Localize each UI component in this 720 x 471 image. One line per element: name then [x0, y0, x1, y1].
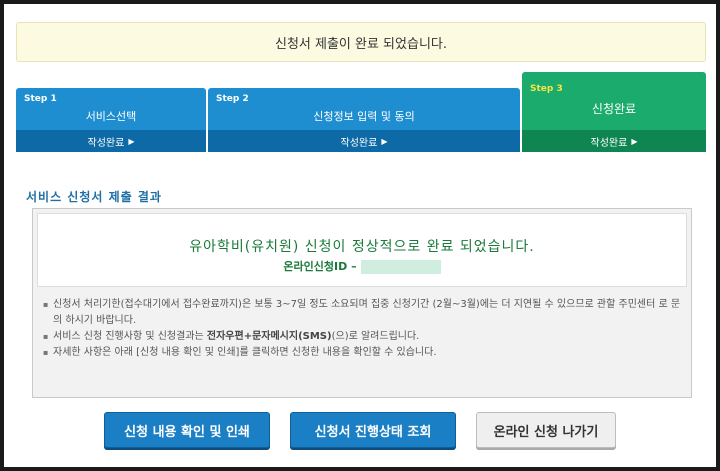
note-item: 자세한 사항은 아래 [신청 내용 확인 및 인쇄]를 클릭하면 신청한 내용을…	[43, 345, 683, 361]
triangle-right-icon: ▶	[631, 136, 638, 146]
action-buttons: 신청 내용 확인 및 인쇄 신청서 진행상태 조회 온라인 신청 나가기	[4, 412, 716, 456]
step-2-title: 신청정보 입력 및 동의	[313, 110, 415, 123]
note-emphasis: 전자우편+문자메시지(SMS)	[206, 331, 332, 342]
step-2-label: Step 2	[216, 94, 249, 104]
step-2-status-text: 작성완료	[340, 137, 378, 149]
step-1-title: 서비스선택	[85, 110, 137, 123]
step-1-label: Step 1	[24, 94, 57, 104]
step-3-status: 작성완료 ▶	[522, 130, 706, 152]
online-application-id-label: 온라인신청ID –	[283, 260, 357, 273]
result-message-panel: 유아학비(유치원) 신청이 정상적으로 완료 되었습니다. 온라인신청ID –	[37, 213, 687, 287]
note-text: (으)로 알려드립니다.	[331, 331, 420, 342]
step-1-status-text: 작성완료	[87, 137, 125, 149]
note-item: 서비스 신청 진행사항 및 신청결과는 전자우편+문자메시지(SMS)(으)로 …	[43, 329, 683, 345]
triangle-right-icon: ▶	[381, 136, 388, 146]
id-redaction	[360, 260, 441, 274]
online-application-id: 온라인신청ID –	[38, 258, 686, 274]
step-2: Step 2 신청정보 입력 및 동의 작성완료 ▶	[208, 88, 520, 152]
section-title: 서비스 신청서 제출 결과	[26, 190, 162, 204]
step-2-status: 작성완료 ▶	[208, 130, 520, 152]
check-status-button[interactable]: 신청서 진행상태 조회	[290, 412, 456, 448]
print-application-button[interactable]: 신청 내용 확인 및 인쇄	[104, 412, 270, 448]
page-frame: 신청서 제출이 완료 되었습니다. Step 1 서비스선택 작성완료 ▶ St…	[4, 4, 716, 467]
note-item: 신청서 처리기한(접수대기에서 접수완료까지)은 보통 3~7일 정도 소요되며…	[43, 297, 683, 329]
note-text: 서비스 신청 진행사항 및 신청결과는	[53, 331, 207, 342]
completion-notice-text: 신청서 제출이 완료 되었습니다.	[274, 36, 447, 52]
step-1-status: 작성완료 ▶	[16, 130, 206, 152]
notes-list: 신청서 처리기한(접수대기에서 접수완료까지)은 보통 3~7일 정도 소요되며…	[43, 297, 683, 361]
result-box: 유아학비(유치원) 신청이 정상적으로 완료 되었습니다. 온라인신청ID – …	[32, 208, 692, 398]
step-1: Step 1 서비스선택 작성완료 ▶	[16, 88, 206, 152]
result-message: 유아학비(유치원) 신청이 정상적으로 완료 되었습니다.	[189, 239, 535, 255]
exit-online-application-button[interactable]: 온라인 신청 나가기	[476, 412, 616, 448]
step-3-active: Step 3 신청완료 작성완료 ▶	[522, 72, 706, 152]
step-3-label: Step 3	[530, 84, 563, 94]
step-progress: Step 1 서비스선택 작성완료 ▶ Step 2 신청정보 입력 및 동의 …	[16, 72, 706, 152]
result-section: 서비스 신청서 제출 결과 유아학비(유치원) 신청이 정상적으로 완료 되었습…	[16, 152, 706, 402]
completion-notice: 신청서 제출이 완료 되었습니다.	[16, 22, 706, 62]
step-3-status-text: 작성완료	[590, 137, 628, 149]
triangle-right-icon: ▶	[128, 136, 135, 146]
step-3-title: 신청완료	[591, 102, 637, 116]
